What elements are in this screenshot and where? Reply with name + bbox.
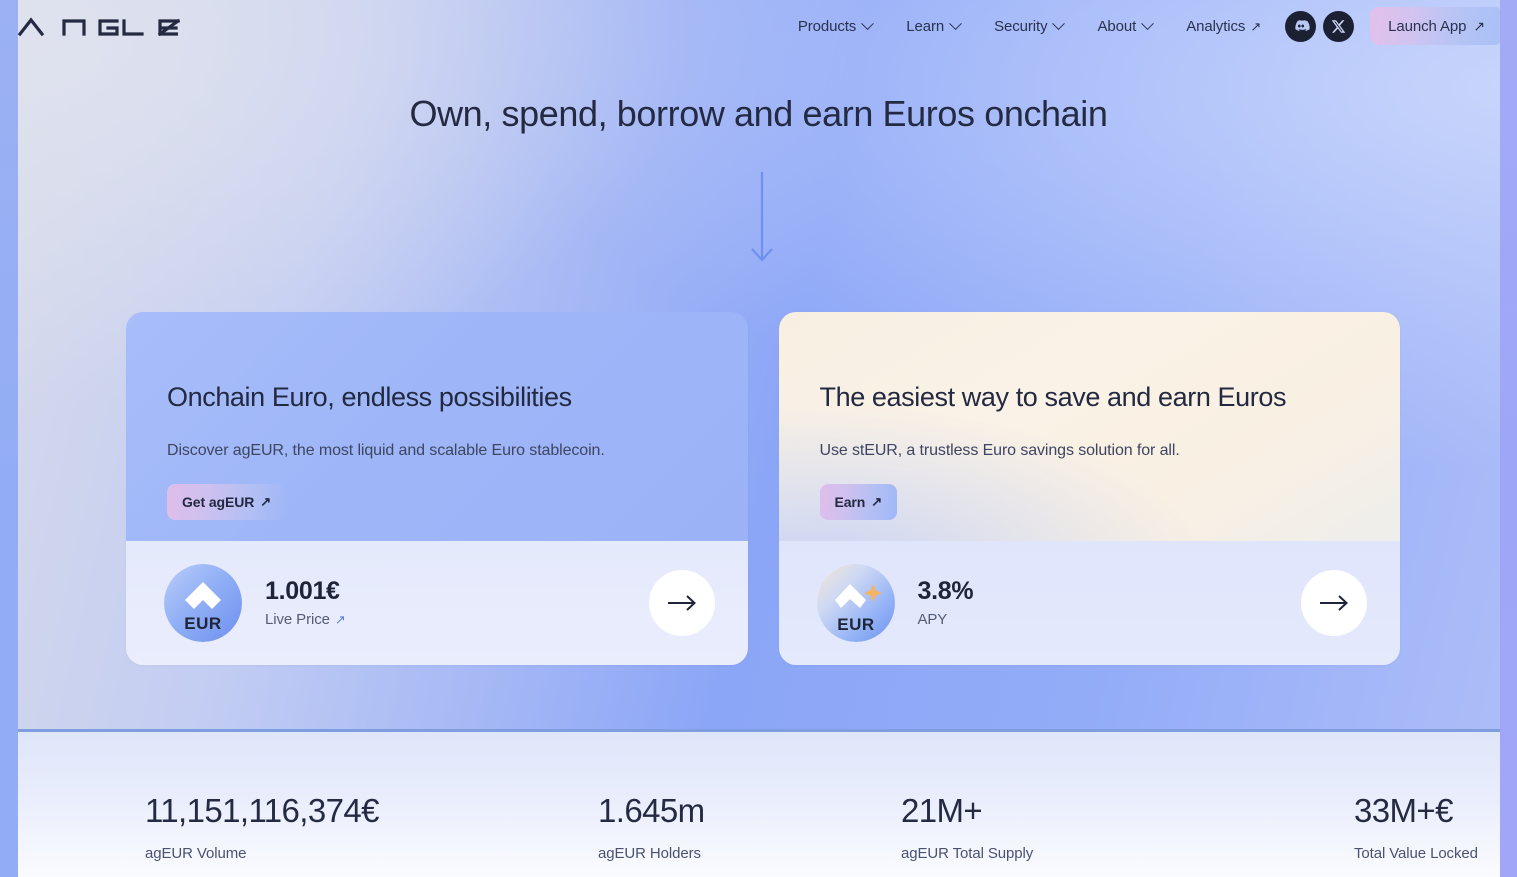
arrow-up-right-icon: ↗	[871, 494, 883, 509]
nav-links: Products Learn Security About Analytics	[781, 7, 1503, 45]
card-steur-footer: EUR 3.8% APY	[778, 541, 1400, 665]
svg-text:EUR: EUR	[184, 614, 221, 633]
card-steur: The easiest way to save and earn Euros U…	[778, 312, 1401, 665]
steur-token-glyph: EUR	[816, 564, 895, 642]
arrow-down-icon	[751, 172, 773, 262]
steur-token-icon: EUR	[816, 564, 895, 642]
arrow-up-right-icon: ↗	[260, 494, 272, 509]
section-divider	[18, 729, 1500, 732]
navbar: Products Learn Security About Analytics	[0, 0, 1517, 52]
stat-value: 33M+€	[1354, 792, 1453, 829]
nav-item-label: About	[1097, 17, 1137, 35]
arrow-up-right-icon: ↗	[1473, 17, 1485, 34]
card-ageur-footer: EUR 1.001€ Live Price ↗	[126, 541, 748, 665]
nav-item-label: Security	[994, 17, 1048, 35]
ageur-price-block: 1.001€ Live Price ↗	[265, 576, 346, 628]
card-heading: The easiest way to save and earn Euros	[819, 382, 1287, 412]
feature-cards: Onchain Euro, endless possibilities Disc…	[126, 312, 1400, 665]
card-heading: Onchain Euro, endless possibilities	[167, 382, 572, 412]
card-steur-go-button[interactable]	[1301, 570, 1367, 636]
nav-item-security[interactable]: Security	[977, 7, 1080, 45]
nav-item-products[interactable]: Products	[781, 7, 889, 45]
ageur-price-label: Live Price	[265, 611, 330, 629]
card-subheading: Discover agEUR, the most liquid and scal…	[167, 442, 605, 459]
card-subheading: Use stEUR, a trustless Euro savings solu…	[819, 442, 1180, 459]
chevron-down-icon	[861, 16, 875, 30]
stat-value: 1.645m	[598, 792, 705, 829]
nav-item-analytics[interactable]: Analytics ↗	[1169, 7, 1278, 45]
steur-apy-value: 3.8%	[917, 576, 974, 605]
stat-value: 21M+	[901, 792, 983, 829]
launch-app-label: Launch App	[1388, 17, 1467, 35]
scroll-down-hint[interactable]	[746, 170, 778, 268]
ageur-price-value: 1.001€	[265, 576, 340, 605]
steur-apy-block: 3.8% APY	[917, 576, 974, 628]
stat-label: agEUR Volume	[145, 845, 247, 862]
stat-ageur-volume: 11,151,116,374€ agEUR Volume	[145, 794, 598, 877]
discord-icon[interactable]	[1285, 10, 1317, 42]
arrow-right-icon	[1320, 595, 1348, 611]
stat-label: agEUR Total Supply	[901, 845, 1034, 862]
angle-logo-icon	[18, 17, 180, 37]
card-steur-body: The easiest way to save and earn Euros U…	[779, 312, 1401, 541]
x-icon[interactable]	[1323, 10, 1355, 42]
card-ageur-body: Onchain Euro, endless possibilities Disc…	[126, 312, 748, 541]
stat-value: 11,151,116,374€	[145, 792, 379, 829]
nav-item-learn[interactable]: Learn	[889, 7, 977, 45]
angle-logo[interactable]	[18, 14, 180, 38]
discord-glyph	[1294, 20, 1310, 32]
ageur-token-icon: EUR	[164, 564, 242, 642]
nav-item-label: Analytics	[1186, 17, 1246, 35]
chevron-down-icon	[1141, 16, 1155, 30]
arrow-right-icon	[667, 595, 696, 611]
stat-total-value-locked: 33M+€ Total Value Locked	[1354, 794, 1478, 877]
get-ageur-label: Get agEUR	[182, 494, 255, 510]
stat-label: Total Value Locked	[1354, 845, 1478, 862]
hero-section: Products Learn Security About Analytics	[0, 0, 1517, 731]
stat-ageur-holders: 1.645m agEUR Holders	[598, 794, 901, 877]
nav-item-about[interactable]: About	[1080, 7, 1169, 45]
ageur-price-label-row[interactable]: Live Price ↗	[265, 611, 346, 628]
steur-apy-label-row: APY	[918, 611, 974, 628]
ageur-token-glyph: EUR	[164, 564, 242, 642]
stat-label: agEUR Holders	[598, 845, 701, 862]
earn-button[interactable]: Earn ↗	[819, 484, 898, 520]
card-ageur-go-button[interactable]	[648, 570, 715, 636]
get-ageur-button[interactable]: Get agEUR ↗	[167, 484, 287, 520]
stats-section: 11,151,116,374€ agEUR Volume 1.645m agEU…	[18, 732, 1500, 877]
chevron-down-icon	[1052, 16, 1066, 30]
page-title: Own, spend, borrow and earn Euros onchai…	[409, 93, 1108, 134]
chevron-down-icon	[949, 16, 962, 30]
nav-item-label: Products	[797, 17, 857, 35]
x-glyph	[1331, 19, 1346, 33]
nav-item-label: Learn	[906, 17, 945, 35]
card-ageur: Onchain Euro, endless possibilities Disc…	[126, 312, 748, 665]
launch-app-button[interactable]: Launch App ↗	[1370, 7, 1503, 45]
stat-ageur-total-supply: 21M+ agEUR Total Supply	[901, 794, 1354, 877]
page-root: Products Learn Security About Analytics	[0, 0, 1517, 877]
steur-apy-label: APY	[917, 611, 948, 629]
arrow-up-right-icon: ↗	[1250, 18, 1262, 34]
earn-label: Earn	[834, 494, 866, 510]
svg-text:EUR: EUR	[837, 615, 874, 634]
arrow-up-right-icon: ↗	[334, 611, 346, 627]
